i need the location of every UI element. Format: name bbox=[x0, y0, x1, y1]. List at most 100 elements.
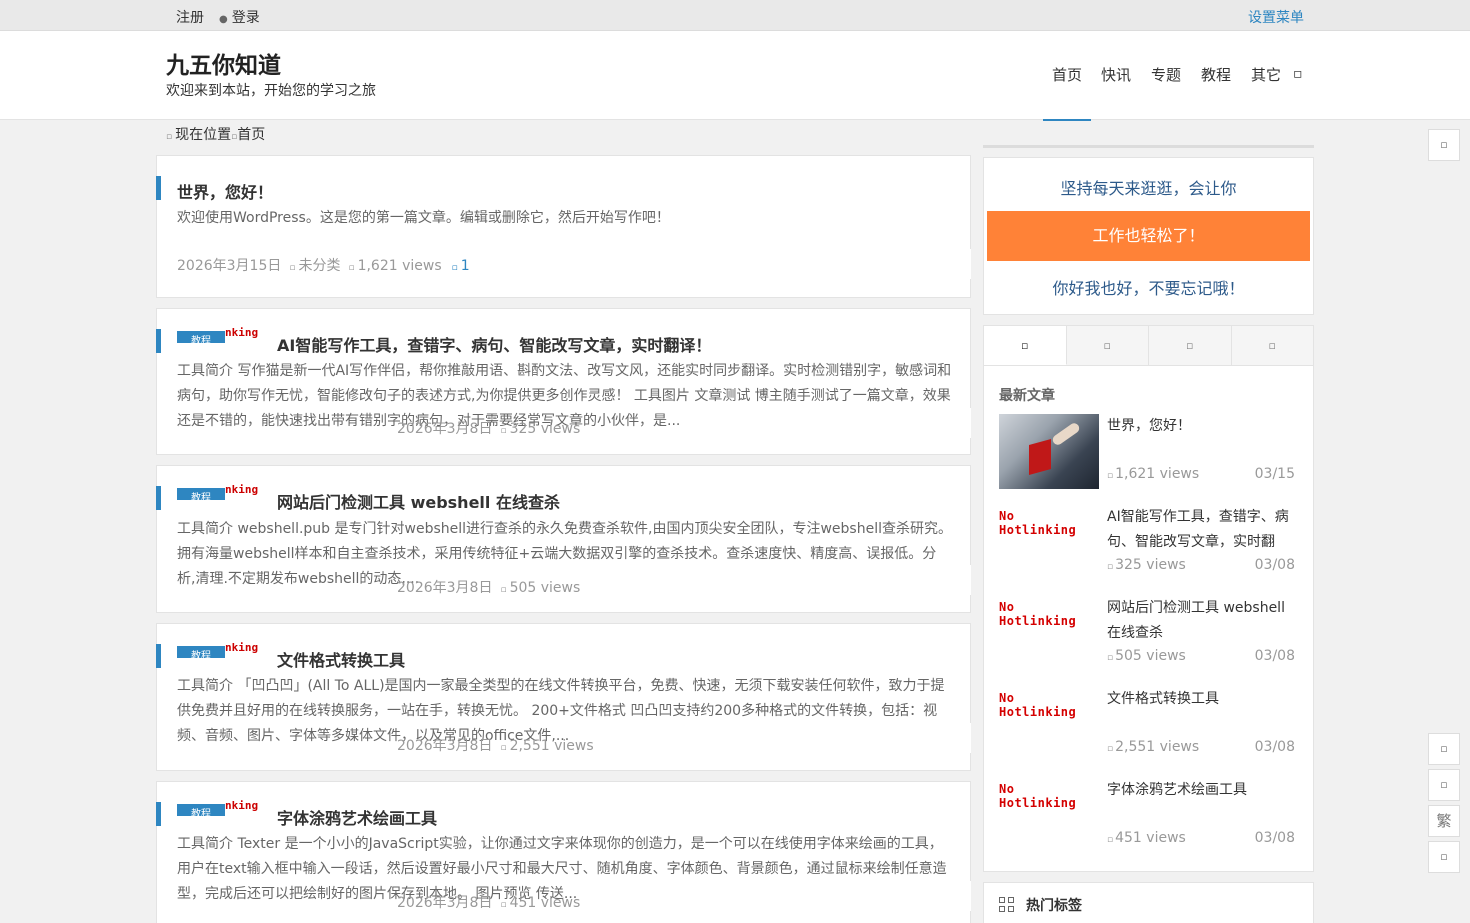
post-thumbnail[interactable]: 教程 nking bbox=[177, 641, 263, 658]
eye-icon: ▫ bbox=[1107, 744, 1114, 754]
post-meta: 2026年3月15日 ▫ 未分类 ▫ 1,621 views ▫ 1 bbox=[177, 255, 470, 275]
thumbnail-image[interactable]: No Hotlinking bbox=[999, 778, 1099, 853]
nav-item-news[interactable]: 快讯 bbox=[1091, 31, 1141, 120]
top-bar: 注册 ● 登录 设置菜单 bbox=[0, 0, 1470, 31]
latest-item[interactable]: No Hotlinking 字体涂鸦艺术绘画工具 ▫ 451 views 03/0… bbox=[999, 778, 1299, 858]
latest-item[interactable]: 世界，您好！ ▫ 1,621 views 03/15 bbox=[999, 414, 1299, 494]
hand-shape bbox=[1050, 421, 1082, 447]
latest-item[interactable]: No Hotlinking 文件格式转换工具 ▫ 2,551 views 03/0… bbox=[999, 687, 1299, 767]
promo-banner-button[interactable]: 工作也轻松了！ bbox=[987, 211, 1310, 261]
home-icon[interactable]: ▫ bbox=[1428, 733, 1460, 765]
post-thumbnail[interactable]: 教程 nking bbox=[177, 326, 263, 343]
eye-icon: ▫ bbox=[1107, 653, 1114, 663]
eye-icon: ▫ bbox=[500, 743, 507, 753]
login-link[interactable]: ● 登录 bbox=[219, 7, 260, 27]
post-title[interactable]: 字体涂鸦艺术绘画工具 bbox=[277, 805, 437, 829]
latest-item[interactable]: No Hotlinking 网站后门检测工具 webshell 在线查杀 ▫ 50… bbox=[999, 596, 1299, 676]
post-card: 世界，您好！ 欢迎使用WordPress。这是您的第一篇文章。编辑或删除它，然后… bbox=[156, 155, 971, 298]
views-value: 451 views bbox=[1115, 830, 1186, 846]
folder-icon: ▫ bbox=[289, 263, 296, 273]
nav-item-tutorials[interactable]: 教程 bbox=[1191, 31, 1241, 120]
hotlink-text: nking bbox=[225, 641, 259, 654]
settings-menu-link[interactable]: 设置菜单 bbox=[1248, 7, 1304, 27]
card-edge bbox=[969, 408, 971, 438]
latest-item-views: ▫ 2,551 views bbox=[1107, 739, 1199, 755]
category-label: 教程 bbox=[177, 646, 225, 658]
eye-icon: ▫ bbox=[1107, 471, 1114, 481]
latest-item-title[interactable]: 文件格式转换工具 bbox=[1107, 687, 1293, 712]
post-views: 451 views bbox=[509, 895, 581, 911]
post-comments[interactable]: 1 bbox=[461, 258, 470, 274]
grid-icon bbox=[999, 897, 1014, 912]
post-title[interactable]: AI智能写作工具，查错字、病句、智能改写文章，实时翻译！ bbox=[277, 332, 711, 356]
thumbnail-image[interactable]: No Hotlinking bbox=[999, 687, 1099, 762]
category-label: 教程 bbox=[177, 804, 225, 816]
latest-item-title[interactable]: 网站后门检测工具 webshell 在线查杀 bbox=[1107, 596, 1293, 646]
post-thumbnail[interactable]: 教程 nking bbox=[177, 483, 263, 500]
title-accent-bar bbox=[156, 644, 161, 668]
user-icon: ● bbox=[219, 14, 228, 25]
post-category[interactable]: 未分类 bbox=[298, 258, 340, 274]
card-edge bbox=[969, 565, 971, 595]
latest-item-date: 03/08 bbox=[1254, 830, 1295, 846]
site-title[interactable]: 九五你知道 bbox=[166, 46, 281, 80]
post-date: 2026年3月8日 bbox=[397, 738, 493, 754]
traditional-chinese-button[interactable]: 繁 bbox=[1428, 805, 1460, 837]
eye-icon: ▫ bbox=[1107, 562, 1114, 572]
latest-item-views: ▫ 325 views bbox=[1107, 557, 1186, 573]
latest-item-views: ▫ 505 views bbox=[1107, 648, 1186, 664]
fire-icon[interactable]: ▫ bbox=[1066, 326, 1149, 365]
category-label: 教程 bbox=[177, 331, 225, 343]
post-date: 2026年3月8日 bbox=[397, 580, 493, 596]
thumbnail-image[interactable]: No Hotlinking bbox=[999, 505, 1099, 580]
qrcode-icon[interactable]: ▫ bbox=[1428, 769, 1460, 801]
latest-widget: ▫ ▫ ▫ ▫ 最新文章 世界，您好！ ▫ 1,621 views 03/15 N… bbox=[983, 325, 1314, 872]
post-card: 教程 nking 网站后门检测工具 webshell 在线查杀 工具简介 webs… bbox=[156, 465, 971, 613]
back-to-top-icon[interactable]: ▫ bbox=[1428, 129, 1460, 161]
tags-heading-label: 热门标签 bbox=[1026, 898, 1082, 914]
post-title[interactable]: 文件格式转换工具 bbox=[277, 647, 405, 671]
post-meta: 2026年3月8日 ▫ 2,551 views bbox=[397, 735, 594, 755]
comment-icon[interactable]: ▫ bbox=[1149, 326, 1232, 365]
post-title[interactable]: 网站后门检测工具 webshell 在线查杀 bbox=[277, 489, 560, 513]
post-card: 教程 nking 字体涂鸦艺术绘画工具 工具简介 Texter 是一个小小的Jav… bbox=[156, 781, 971, 923]
card-edge bbox=[969, 723, 971, 753]
latest-item-date: 03/08 bbox=[1254, 648, 1295, 664]
post-title[interactable]: 世界，您好！ bbox=[177, 179, 273, 203]
search-icon[interactable]: ▫ bbox=[1293, 66, 1303, 82]
breadcrumb: ▫ 现在位置▫首页 bbox=[166, 124, 265, 144]
tags-widget: 热门标签 bbox=[983, 882, 1314, 923]
latest-item-title[interactable]: 字体涂鸦艺术绘画工具 bbox=[1107, 778, 1293, 803]
list-icon[interactable]: ▫ bbox=[984, 326, 1067, 365]
post-card: 教程 nking AI智能写作工具，查错字、病句、智能改写文章，实时翻译！ 工具简… bbox=[156, 308, 971, 455]
comment-icon: ▫ bbox=[451, 263, 458, 273]
eye-icon: ▫ bbox=[500, 426, 507, 436]
register-link[interactable]: 注册 bbox=[176, 7, 204, 27]
sidebar-divider bbox=[983, 145, 1314, 148]
thumbnail-image[interactable]: No Hotlinking bbox=[999, 596, 1099, 671]
card-edge bbox=[969, 249, 971, 279]
tag-icon[interactable]: ▫ bbox=[1231, 326, 1313, 365]
home-icon: ▫ bbox=[166, 132, 173, 142]
latest-item[interactable]: No Hotlinking AI智能写作工具，查错字、病句、智能改写文章，实时翻… bbox=[999, 505, 1299, 585]
nav-item-other[interactable]: 其它 bbox=[1241, 31, 1291, 120]
post-meta: 2026年3月8日 ▫ 505 views bbox=[397, 577, 580, 597]
post-date: 2026年3月8日 bbox=[397, 895, 493, 911]
latest-item-date: 03/08 bbox=[1254, 557, 1295, 573]
post-excerpt: 欢迎使用WordPress。这是您的第一篇文章。编辑或删除它，然后开始写作吧！ bbox=[177, 210, 670, 226]
nav-item-home[interactable]: 首页 bbox=[1043, 31, 1091, 121]
latest-item-title[interactable]: 世界，您好！ bbox=[1107, 414, 1293, 439]
post-meta: 2026年3月8日 ▫ 325 views bbox=[397, 418, 580, 438]
category-label: 教程 bbox=[177, 488, 225, 500]
breadcrumb-home[interactable]: 首页 bbox=[237, 127, 265, 143]
views-value: 2,551 views bbox=[1115, 739, 1200, 755]
thumbnail-image[interactable] bbox=[999, 414, 1099, 489]
widget-tabs: ▫ ▫ ▫ ▫ bbox=[984, 326, 1313, 366]
go-bottom-icon[interactable]: ▫ bbox=[1428, 841, 1460, 873]
eye-icon: ▫ bbox=[1107, 835, 1114, 845]
title-accent-bar bbox=[156, 176, 161, 200]
nav-item-topics[interactable]: 专题 bbox=[1141, 31, 1191, 120]
title-accent-bar bbox=[156, 329, 161, 353]
latest-item-title[interactable]: AI智能写作工具，查错字、病句、智能改写文章，实时翻 bbox=[1107, 505, 1293, 555]
post-thumbnail[interactable]: 教程 nking bbox=[177, 799, 263, 816]
